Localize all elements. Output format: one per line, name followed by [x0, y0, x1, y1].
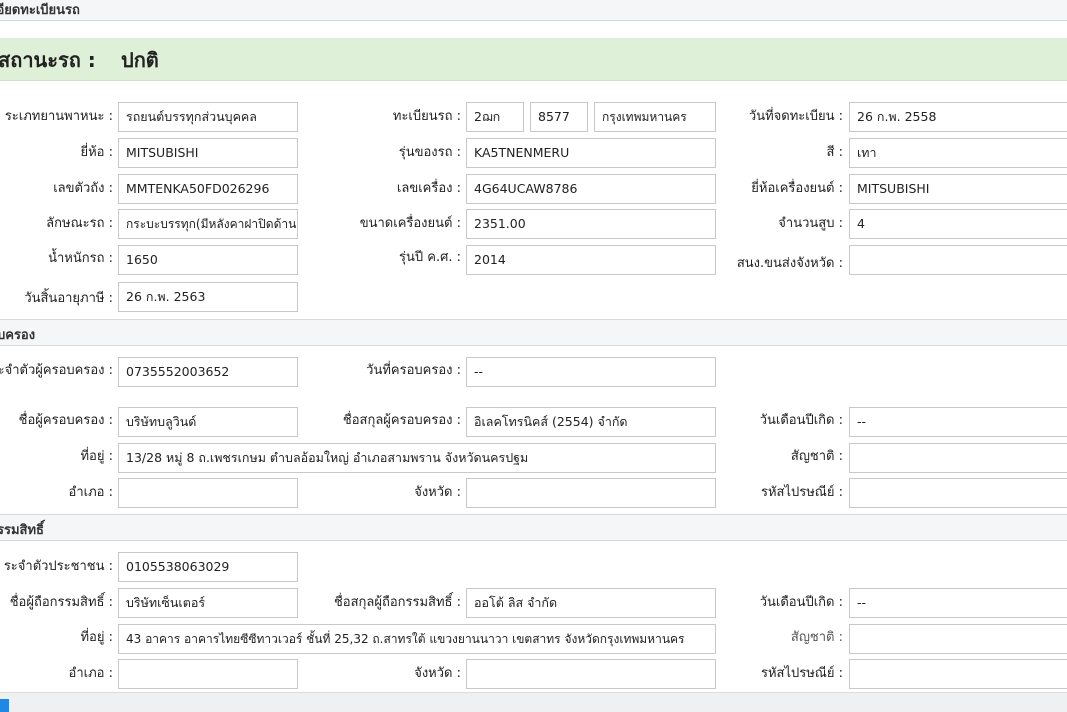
chassis-field[interactable]: MMTENKA50FD026296 [118, 174, 298, 204]
scroll-indicator[interactable] [0, 699, 9, 712]
vehicle-section-title: เอียดทะเบียนรถ [0, 3, 80, 18]
owner-birth-field[interactable]: -- [849, 588, 1067, 618]
possession-section-header: บครอง [0, 319, 1067, 346]
model-field[interactable]: KA5TNENMERU [466, 138, 716, 168]
engine-no-field[interactable]: 4G64UCAW8786 [466, 174, 716, 204]
status-label: สถานะรถ : [0, 48, 96, 72]
owner-nationality-field[interactable] [849, 624, 1067, 654]
owner-nationality-label: สัญชาติ : [790, 630, 843, 645]
owner-district-label: อำเภอ : [68, 666, 113, 681]
status-value: ปกติ [121, 48, 159, 72]
office-label: สนง.ขนส่งจังหวัด : [736, 256, 843, 271]
vehicle-type-label: ระเภทยานพาหนะ : [4, 109, 113, 124]
year-field[interactable]: 2014 [466, 245, 716, 275]
possessor-id-label: ระจำตัวผู้ครอบครอง : [0, 362, 113, 380]
model-label: รุ่นของรถ : [398, 145, 461, 160]
possessor-name-field[interactable]: บริษัทบลูวินด์ [118, 407, 298, 437]
possessor-id-label-text: ระจำตัวผู้ครอบครอง : [0, 363, 113, 378]
possession-section-title: บครอง [0, 328, 36, 343]
engine-size-field[interactable]: 2351.00 [466, 209, 716, 239]
possessor-birth-field[interactable]: -- [849, 407, 1067, 437]
possessor-district-label: อำเภอ : [68, 485, 113, 500]
possessor-id-field[interactable]: 0735552003652 [118, 357, 298, 387]
possessor-district-field[interactable] [118, 478, 298, 508]
brand-label: ยี่ห้อ : [80, 145, 113, 160]
ownership-section-title: รรมสิทธิ์ [0, 523, 44, 538]
possessor-company-label: ชื่อสกุลผู้ครอบครอง : [342, 413, 461, 428]
vehicle-section-header: เอียดทะเบียนรถ [0, 0, 1067, 21]
possessor-postcode-label: รหัสไปรษณีย์ : [760, 485, 843, 500]
chassis-label: เลขตัวถัง : [53, 181, 113, 196]
reg-date-label: วันที่จดทะเบียน : [748, 109, 843, 124]
office-field[interactable] [849, 245, 1067, 275]
possessor-address-label: ที่อยู่ : [80, 449, 113, 464]
possessor-nationality-field[interactable] [849, 443, 1067, 473]
weight-label: น้ำหนักรถ : [48, 251, 113, 266]
plate-label: ทะเบียนรถ : [392, 109, 461, 124]
color-field[interactable]: เทา [849, 138, 1067, 168]
possess-date-field[interactable]: -- [466, 357, 716, 387]
possessor-province-field[interactable] [466, 478, 716, 508]
possessor-nationality-label: สัญชาติ : [790, 449, 843, 464]
possessor-postcode-field[interactable] [849, 478, 1067, 508]
owner-company-field[interactable]: ออโต้ ลิส จำกัด [466, 588, 716, 618]
owner-postcode-field[interactable] [849, 659, 1067, 689]
owner-province-field[interactable] [466, 659, 716, 689]
owner-postcode-label: รหัสไปรษณีย์ : [760, 666, 843, 681]
cylinders-label: จำนวนสูบ : [778, 216, 843, 231]
owner-id-label: ระจำตัวประชาชน : [3, 559, 113, 574]
vehicle-type-field[interactable]: รถยนต์บรรทุกส่วนบุคคล [118, 102, 298, 132]
owner-name-field[interactable]: บริษัทเซ็นเตอร์ [118, 588, 298, 618]
color-label: สี : [826, 145, 843, 160]
plate-province-field[interactable]: กรุงเทพมหานคร [594, 102, 716, 132]
status-bar: สถานะรถ : ปกติ [0, 38, 1067, 81]
possess-date-label: วันที่ครอบครอง : [366, 363, 461, 378]
body-label: ลักษณะรถ : [46, 216, 113, 231]
engine-no-label: เลขเครื่อง : [396, 181, 461, 196]
owner-address-label: ที่อยู่ : [80, 630, 113, 645]
owner-address-field[interactable]: 43 อาคาร อาคารไทยซีซีทาวเวอร์ ชั้นที่ 25… [118, 624, 716, 654]
body-field[interactable]: กระบะบรรทุก(มีหลังคาฝาปิดด้าน [118, 209, 298, 239]
reg-date-field[interactable]: 26 ก.พ. 2558 [849, 102, 1067, 132]
bottom-scroll-strip [0, 692, 1067, 712]
weight-field[interactable]: 1650 [118, 245, 298, 275]
possessor-birth-label: วันเดือนปีเกิด : [759, 413, 843, 428]
possessor-company-field[interactable]: อิเลคโทรนิคส์ (2554) จำกัด [466, 407, 716, 437]
engine-brand-label: ยี่ห้อเครื่องยนต์ : [751, 181, 843, 196]
possessor-name-label: ชื่อผู้ครอบครอง : [18, 413, 113, 428]
year-label: รุ่นปี ค.ศ. : [399, 250, 461, 265]
plate-prefix-field[interactable]: 2ฌก [466, 102, 524, 132]
possessor-address-field[interactable]: 13/28 หมู่ 8 ถ.เพชรเกษม ตำบลอ้อมใหญ่ อำเ… [118, 443, 716, 473]
brand-field[interactable]: MITSUBISHI [118, 138, 298, 168]
tax-expire-field[interactable]: 26 ก.พ. 2563 [118, 282, 298, 312]
plate-number-field[interactable]: 8577 [530, 102, 588, 132]
cylinders-field[interactable]: 4 [849, 209, 1067, 239]
owner-id-field[interactable]: 0105538063029 [118, 552, 298, 582]
owner-name-label: ชื่อผู้ถือกรรมสิทธิ์ : [9, 595, 113, 610]
owner-birth-label: วันเดือนปีเกิด : [759, 595, 843, 610]
owner-company-label: ชื่อสกุลผู้ถือกรรมสิทธิ์ : [333, 595, 461, 610]
engine-brand-field[interactable]: MITSUBISHI [849, 174, 1067, 204]
ownership-section-header: รรมสิทธิ์ [0, 514, 1067, 541]
engine-size-label: ขนาดเครื่องยนต์ : [359, 216, 461, 231]
owner-province-label: จังหวัด : [414, 666, 461, 681]
owner-district-field[interactable] [118, 659, 298, 689]
possessor-province-label: จังหวัด : [414, 485, 461, 500]
tax-expire-label: วันสิ้นอายุภาษี : [24, 291, 113, 306]
